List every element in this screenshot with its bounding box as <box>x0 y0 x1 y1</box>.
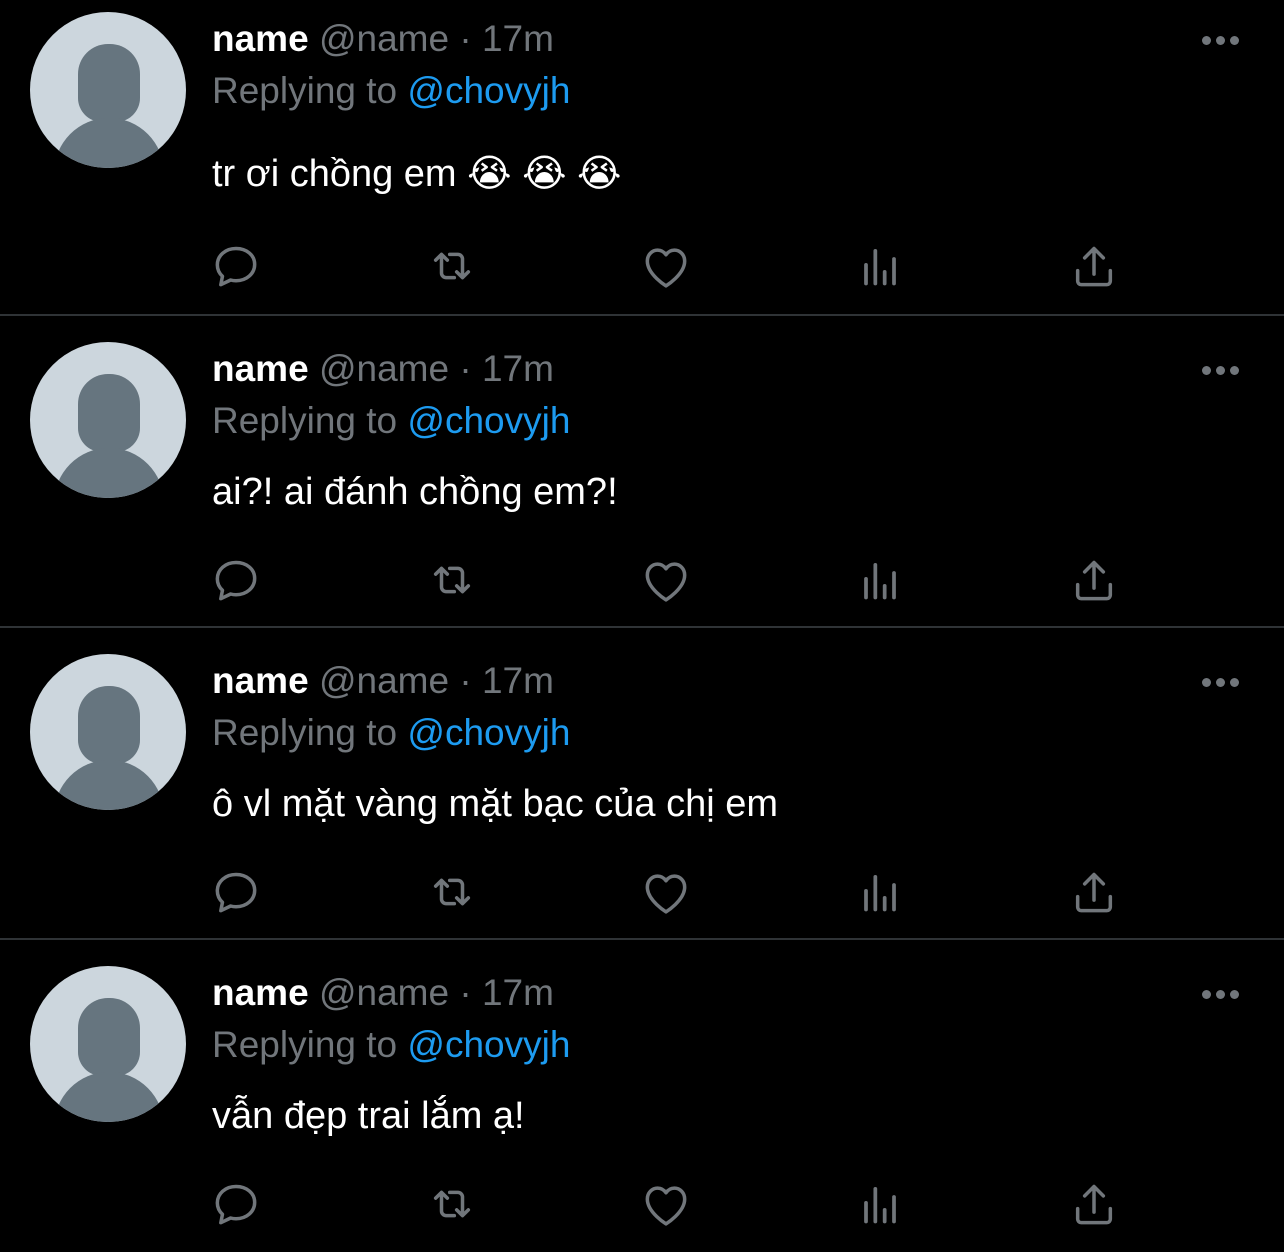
replying-to-line: Replying to @chovyjh <box>212 396 570 446</box>
author-name[interactable]: name <box>212 18 309 59</box>
replying-to-label: Replying to <box>212 400 398 441</box>
reply-button[interactable] <box>208 552 264 608</box>
avatar[interactable] <box>30 966 186 1122</box>
views-button[interactable] <box>852 238 908 294</box>
like-button[interactable] <box>638 238 694 294</box>
timestamp[interactable]: 17m <box>482 348 554 389</box>
reply-bubble-icon <box>215 560 257 601</box>
timestamp[interactable]: 17m <box>482 972 554 1013</box>
retweet-button[interactable] <box>424 864 480 920</box>
retweet-icon <box>433 1190 471 1218</box>
replying-to-line: Replying to @chovyjh <box>212 66 570 116</box>
avatar-head <box>78 374 140 452</box>
avatar-body <box>54 760 164 810</box>
author-handle[interactable]: @name <box>319 18 449 59</box>
like-button[interactable] <box>638 1176 694 1232</box>
replying-to-label: Replying to <box>212 70 398 111</box>
replying-to-mention[interactable]: @chovyjh <box>407 70 570 111</box>
author-name[interactable]: name <box>212 348 309 389</box>
replying-to-line: Replying to @chovyjh <box>212 1020 570 1070</box>
share-button[interactable] <box>1066 552 1122 608</box>
tweet-header: name @name · 17m <box>212 968 554 1018</box>
share-button[interactable] <box>1066 238 1122 294</box>
share-upload-icon <box>1075 1184 1113 1225</box>
views-bar-chart-icon <box>864 874 896 912</box>
views-button[interactable] <box>852 864 908 920</box>
reply-bubble-icon <box>215 872 257 913</box>
replying-to-mention[interactable]: @chovyjh <box>407 1024 570 1065</box>
replying-to-line: Replying to @chovyjh <box>212 708 570 758</box>
tweet-text: ai?! ai đánh chồng em?! <box>212 471 618 513</box>
avatar-body <box>54 448 164 498</box>
replying-to-label: Replying to <box>212 1024 398 1065</box>
tweet-header: name @name · 17m <box>212 344 554 394</box>
reply-bubble-icon <box>215 1184 257 1225</box>
author-name[interactable]: name <box>212 660 309 701</box>
separator-dot: · <box>459 18 472 59</box>
avatar-head <box>78 44 140 122</box>
author-handle[interactable]: @name <box>319 660 449 701</box>
separator-dot: · <box>459 660 472 701</box>
avatar-body <box>54 118 164 168</box>
tweet-reply[interactable]: name @name · 17m Replying to @chovyjh ô … <box>0 628 1284 940</box>
avatar[interactable] <box>30 12 186 168</box>
replying-to-mention[interactable]: @chovyjh <box>407 712 570 753</box>
avatar-head <box>78 686 140 764</box>
views-bar-chart-icon <box>864 562 896 600</box>
views-bar-chart-icon <box>864 1186 896 1224</box>
like-button[interactable] <box>638 864 694 920</box>
tweet-reply[interactable]: name @name · 17m Replying to @chovyjh tr… <box>0 0 1284 316</box>
author-handle[interactable]: @name <box>319 972 449 1013</box>
heart-icon <box>645 248 687 288</box>
reply-button[interactable] <box>208 1176 264 1232</box>
heart-icon <box>645 562 687 602</box>
separator-dot: · <box>459 972 472 1013</box>
avatar[interactable] <box>30 654 186 810</box>
replying-to-mention[interactable]: @chovyjh <box>407 400 570 441</box>
avatar-body <box>54 1072 164 1122</box>
timestamp[interactable]: 17m <box>482 18 554 59</box>
share-upload-icon <box>1075 560 1113 601</box>
retweet-button[interactable] <box>424 1176 480 1232</box>
tweet-text: ô vl mặt vàng mặt bạc của chị em <box>212 783 779 825</box>
tweet-header: name @name · 17m <box>212 656 554 706</box>
share-button[interactable] <box>1066 1176 1122 1232</box>
avatar[interactable] <box>30 342 186 498</box>
views-button[interactable] <box>852 552 908 608</box>
author-handle[interactable]: @name <box>319 348 449 389</box>
more-options-button[interactable] <box>1196 982 1244 1006</box>
tweet-header: name @name · 17m <box>212 14 554 64</box>
reply-bubble-icon <box>215 246 257 287</box>
more-options-button[interactable] <box>1196 28 1244 52</box>
like-button[interactable] <box>638 552 694 608</box>
tweet-text: tr ơi chồng em 😭 😭 😭 <box>212 153 622 195</box>
views-button[interactable] <box>852 1176 908 1232</box>
avatar-head <box>78 998 140 1076</box>
views-bar-chart-icon <box>864 248 896 286</box>
timestamp[interactable]: 17m <box>482 660 554 701</box>
tweet-text: vẫn đẹp trai lắm ạ! <box>212 1095 525 1137</box>
retweet-icon <box>433 252 471 280</box>
retweet-button[interactable] <box>424 552 480 608</box>
author-name[interactable]: name <box>212 972 309 1013</box>
heart-icon <box>645 1186 687 1226</box>
share-upload-icon <box>1075 246 1113 287</box>
more-options-button[interactable] <box>1196 670 1244 694</box>
reply-button[interactable] <box>208 864 264 920</box>
tweet-reply[interactable]: name @name · 17m Replying to @chovyjh ai… <box>0 316 1284 628</box>
replying-to-label: Replying to <box>212 712 398 753</box>
share-upload-icon <box>1075 872 1113 913</box>
more-options-button[interactable] <box>1196 358 1244 382</box>
share-button[interactable] <box>1066 864 1122 920</box>
reply-button[interactable] <box>208 238 264 294</box>
retweet-icon <box>433 566 471 594</box>
separator-dot: · <box>459 348 472 389</box>
reply-feed: name @name · 17m Replying to @chovyjh tr… <box>0 0 1284 1252</box>
tweet-reply[interactable]: name @name · 17m Replying to @chovyjh vẫ… <box>0 940 1284 1252</box>
retweet-icon <box>433 878 471 906</box>
retweet-button[interactable] <box>424 238 480 294</box>
heart-icon <box>645 874 687 914</box>
